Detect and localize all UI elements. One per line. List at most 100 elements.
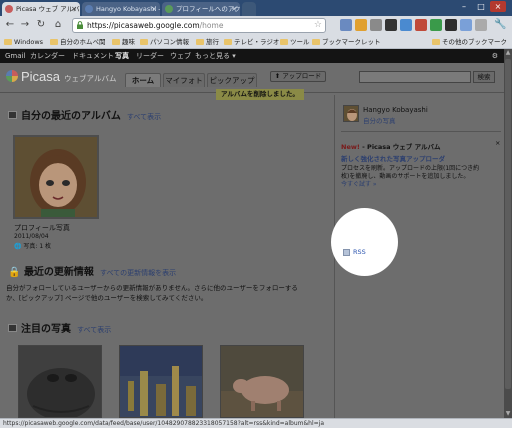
gbar-link-calendar[interactable]: カレンダー: [30, 49, 65, 63]
upload-button[interactable]: ⬆ アップロード: [270, 71, 326, 82]
settings-gear-icon[interactable]: ⚙: [492, 49, 498, 63]
rss-link[interactable]: RSS: [343, 248, 366, 256]
tab-close-icon[interactable]: ×: [231, 2, 237, 16]
tab-strip: Picasa ウェブ アルバム - Hang × Hangyo Kobayash…: [0, 0, 512, 16]
album-section-icon: [8, 111, 17, 119]
rss-feed-icon: [343, 249, 350, 256]
featured-photo-pig[interactable]: [220, 345, 304, 418]
folder-icon: [280, 39, 288, 45]
picasa-pinwheel-icon: [6, 70, 18, 82]
folder-icon: [432, 39, 440, 45]
album-thumbnail[interactable]: [13, 135, 99, 219]
album-date: 2011/08/04: [14, 233, 49, 240]
reload-icon[interactable]: ↻: [35, 19, 47, 31]
tab-close-icon[interactable]: ×: [71, 2, 77, 16]
extension-icon[interactable]: [430, 19, 442, 31]
browser-tab-google-profile[interactable]: Hangyo Kobayashi - Google ×: [82, 2, 160, 16]
gbar-link-gmail[interactable]: Gmail: [5, 49, 25, 63]
status-bar-url: https://picasaweb.google.com/data/feed/b…: [0, 418, 512, 428]
album-count: 🌐 写真: 1 枚: [14, 243, 52, 250]
tab-home[interactable]: ホーム: [125, 73, 161, 87]
bookmark-star-icon[interactable]: ☆: [314, 19, 322, 32]
picasa-page: Gmail カレンダー ドキュメント 写真 リーダー ウェブ もっと見る ▾ ⚙…: [0, 49, 504, 418]
search-input[interactable]: [359, 71, 471, 83]
page-scrollbar[interactable]: ▲ ▼: [504, 49, 512, 418]
extension-icon[interactable]: [385, 19, 397, 31]
folder-icon: [224, 39, 232, 45]
album-name[interactable]: プロフィール写真: [14, 223, 70, 233]
browser-toolbar: ← → ↻ ⌂ https://picasaweb.google.com/hom…: [0, 16, 512, 35]
bookmark-folder[interactable]: ブックマークレット: [312, 37, 381, 47]
extension-icon[interactable]: [400, 19, 412, 31]
featured-photo-lizard[interactable]: [18, 345, 102, 418]
updates-empty-message: 自分がフォローしているユーザーからの更新情報がありません。さらに他のユーザーをフ…: [6, 284, 298, 302]
user-name[interactable]: Hangyo Kobayashi: [363, 106, 428, 114]
minimize-button[interactable]: –: [456, 1, 472, 12]
main-column: 自分の最近のアルバム すべて表示 プロフィール写真 2011/08/04 🌐 写真…: [0, 95, 334, 418]
lock-icon: [77, 21, 83, 29]
scroll-down-icon[interactable]: ▼: [504, 410, 512, 418]
extension-icon[interactable]: [370, 19, 382, 31]
my-photos-link[interactable]: 自分の写真: [363, 115, 396, 125]
rss-highlight: [331, 208, 398, 276]
gbar-link-more[interactable]: もっと見る ▾: [195, 49, 236, 63]
bookmark-folder[interactable]: 旅行: [196, 37, 219, 47]
bookmark-folder[interactable]: Windows: [4, 37, 43, 47]
bookmark-folder[interactable]: パソコン情報: [140, 37, 189, 47]
albums-view-all-link[interactable]: すべて表示: [127, 113, 161, 121]
featured-section-icon: [8, 324, 17, 332]
gbar-link-reader[interactable]: リーダー: [136, 49, 164, 63]
bookmark-folder[interactable]: 趣味: [112, 37, 135, 47]
home-icon[interactable]: ⌂: [52, 19, 64, 31]
picasa-header: Picasa ウェブアルバム ホーム マイフォト ピックアップ ⬆ アップロード …: [0, 63, 504, 100]
bookmark-folder[interactable]: ツール: [280, 37, 310, 47]
promo-heading-link[interactable]: 新しく強化された写真アップローダ: [341, 153, 445, 163]
gbar-link-docs[interactable]: ドキュメント: [72, 49, 114, 63]
promo-try-link[interactable]: 今すぐ試す »: [341, 179, 377, 188]
picasa-logo[interactable]: Picasa ウェブアルバム: [6, 69, 116, 84]
wrench-menu-icon[interactable]: 🔧: [494, 19, 506, 31]
search-button[interactable]: 検索: [473, 71, 495, 83]
folder-icon: [196, 39, 204, 45]
featured-photo-city[interactable]: [119, 345, 203, 418]
bookmark-folder[interactable]: 自分のホムペ関: [50, 37, 106, 47]
address-bar[interactable]: https://picasaweb.google.com/home ☆: [72, 18, 326, 33]
tab-explore[interactable]: ピックアップ: [207, 73, 257, 87]
browser-tab-picasa[interactable]: Picasa ウェブ アルバム - Hang ×: [2, 2, 80, 16]
back-arrow-icon[interactable]: ←: [4, 19, 16, 31]
folder-icon: [140, 39, 148, 45]
other-bookmarks[interactable]: その他のブックマーク: [432, 37, 507, 47]
promo-title: New! - Picasa ウェブ アルバム: [341, 143, 441, 151]
forward-arrow-icon[interactable]: →: [19, 19, 31, 31]
user-avatar[interactable]: [343, 105, 359, 122]
gbar-link-photos[interactable]: 写真: [115, 49, 129, 63]
extension-icon[interactable]: [340, 19, 352, 31]
scrollbar-thumb[interactable]: [505, 59, 511, 389]
folder-icon: [112, 39, 120, 45]
close-window-button[interactable]: ×: [490, 1, 506, 12]
new-tab-button[interactable]: [242, 2, 256, 16]
featured-view-all-link[interactable]: すべて表示: [77, 326, 111, 334]
extension-icon[interactable]: [475, 19, 487, 31]
extension-icon[interactable]: [415, 19, 427, 31]
divider: [341, 131, 501, 132]
updates-view-all-link[interactable]: すべての更新情報を表示: [100, 269, 176, 277]
scroll-up-icon[interactable]: ▲: [504, 49, 512, 57]
extension-icon[interactable]: [445, 19, 457, 31]
tab-close-icon[interactable]: ×: [151, 2, 157, 16]
close-promo-icon[interactable]: ×: [495, 139, 500, 147]
gbar-link-web[interactable]: ウェブ: [170, 49, 191, 63]
google-favicon-icon: [165, 5, 173, 13]
extension-icon[interactable]: [460, 19, 472, 31]
section-heading-updates: 🔒 最近の更新情報 すべての更新情報を表示: [8, 267, 177, 278]
tab-my-photos[interactable]: マイフォト: [163, 73, 205, 87]
maximize-button[interactable]: □: [473, 1, 489, 12]
browser-tab-profile-access[interactable]: プロフィールへのアクセスとプライ ×: [162, 2, 240, 16]
extension-icon[interactable]: [355, 19, 367, 31]
bookmark-folder[interactable]: テレビ・ラジオ: [224, 37, 279, 47]
folder-icon: [4, 39, 12, 45]
lock-icon: 🔒: [8, 267, 21, 278]
avatar-illustration: [15, 137, 97, 217]
url-host: https://picasaweb.google.com: [87, 21, 200, 30]
section-heading-featured: 注目の写真 すべて表示: [8, 320, 111, 335]
